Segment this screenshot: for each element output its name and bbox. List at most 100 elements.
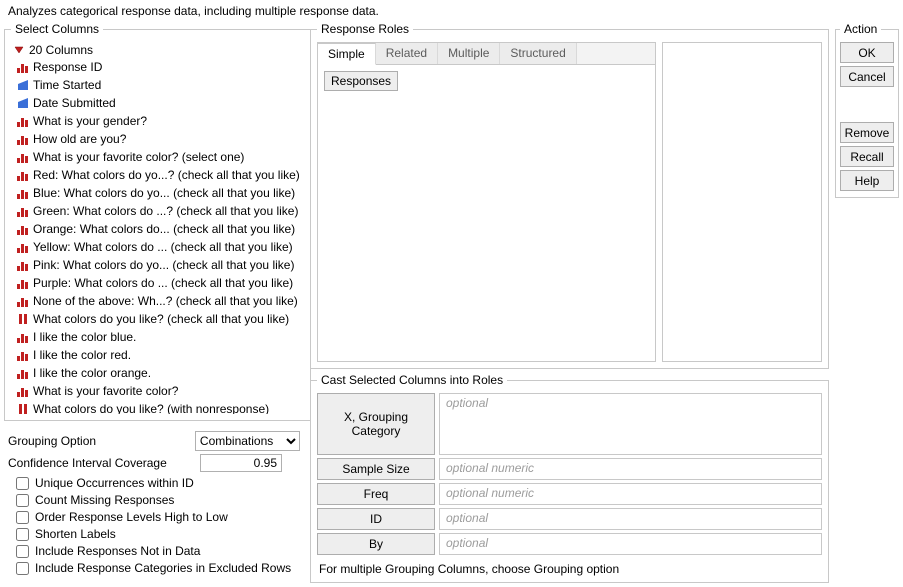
grouping-option-select[interactable]: Combinations <box>195 431 300 451</box>
response-roles-tabs-panel: SimpleRelatedMultipleStructured Response… <box>317 42 656 362</box>
option-checkbox-label: Count Missing Responses <box>35 492 174 509</box>
option-checkbox-row[interactable]: Order Response Levels High to Low <box>8 509 300 526</box>
option-checkbox[interactable] <box>16 528 29 541</box>
column-item[interactable]: Red: What colors do yo...? (check all th… <box>11 166 304 184</box>
option-checkbox[interactable] <box>16 494 29 507</box>
option-checkbox-row[interactable]: Include Responses Not in Data <box>8 543 300 560</box>
column-label: What is your favorite color? (select one… <box>33 149 244 165</box>
cast-drop-zone[interactable]: optional <box>439 393 822 455</box>
disclosure-icon[interactable] <box>13 44 25 56</box>
option-checkbox-label: Include Responses Not in Data <box>35 543 200 560</box>
remove-button[interactable]: Remove <box>840 122 894 143</box>
column-item[interactable]: None of the above: Wh...? (check all tha… <box>11 292 304 310</box>
tab-structured[interactable]: Structured <box>500 43 576 64</box>
column-item[interactable]: Time Started <box>11 76 304 94</box>
tab-related[interactable]: Related <box>376 43 438 64</box>
mresp-icon <box>17 403 29 414</box>
column-item[interactable]: Response ID <box>11 58 304 76</box>
nominal-icon <box>17 295 29 307</box>
column-item[interactable]: What colors do you like? (check all that… <box>11 310 304 328</box>
column-item[interactable]: How old are you? <box>11 130 304 148</box>
cast-roles-title: Cast Selected Columns into Roles <box>317 373 507 387</box>
nominal-icon <box>17 169 29 181</box>
column-item[interactable]: Date Submitted <box>11 94 304 112</box>
option-checkbox[interactable] <box>16 511 29 524</box>
description: Analyzes categorical response data, incl… <box>4 2 897 22</box>
grouping-panel: Grouping Option Combinations Confidence … <box>4 427 304 581</box>
column-label: Pink: What colors do yo... (check all th… <box>33 257 294 273</box>
column-item[interactable]: What is your favorite color? <box>11 382 304 400</box>
column-label: Yellow: What colors do ... (check all th… <box>33 239 293 255</box>
cast-roles-group: Cast Selected Columns into Roles X, Grou… <box>310 373 829 583</box>
nominal-icon <box>17 367 29 379</box>
column-label: Red: What colors do yo...? (check all th… <box>33 167 300 183</box>
grouping-option-label: Grouping Option <box>8 434 189 448</box>
column-item[interactable]: What is your favorite color? (select one… <box>11 148 304 166</box>
column-item[interactable]: What is your gender? <box>11 112 304 130</box>
recall-button[interactable]: Recall <box>840 146 894 167</box>
cast-footnote: For multiple Grouping Columns, choose Gr… <box>317 558 822 576</box>
option-checkbox-row[interactable]: Shorten Labels <box>8 526 300 543</box>
response-roles-group: Response Roles SimpleRelatedMultipleStru… <box>310 22 829 369</box>
column-item[interactable]: I like the color orange. <box>11 364 304 382</box>
option-checkbox[interactable] <box>16 477 29 490</box>
response-roles-title: Response Roles <box>317 22 413 36</box>
cast-drop-zone[interactable]: optional numeric <box>439 483 822 505</box>
cast-drop-zone[interactable]: optional <box>439 508 822 530</box>
nominal-icon <box>17 241 29 253</box>
column-item[interactable]: Blue: What colors do yo... (check all th… <box>11 184 304 202</box>
select-columns-group: Select Columns 20 Columns Response IDTim… <box>4 22 311 421</box>
column-item[interactable]: I like the color red. <box>11 346 304 364</box>
option-checkbox-label: Unique Occurrences within ID <box>35 475 194 492</box>
action-panel: Action OK Cancel Remove Recall Help <box>835 22 899 198</box>
columns-summary-row[interactable]: 20 Columns <box>11 42 304 58</box>
option-checkbox-row[interactable]: Include Response Categories in Excluded … <box>8 560 300 577</box>
nominal-icon <box>17 205 29 217</box>
responses-button[interactable]: Responses <box>324 71 398 91</box>
option-checkbox-row[interactable]: Unique Occurrences within ID <box>8 475 300 492</box>
cast-role-button[interactable]: By <box>317 533 435 555</box>
help-button[interactable]: Help <box>840 170 894 191</box>
cast-row: Byoptional <box>317 533 822 555</box>
nominal-icon <box>17 151 29 163</box>
option-checkbox-row[interactable]: Count Missing Responses <box>8 492 300 509</box>
column-item[interactable]: Pink: What colors do yo... (check all th… <box>11 256 304 274</box>
ok-button[interactable]: OK <box>840 42 894 63</box>
column-item[interactable]: Orange: What colors do... (check all tha… <box>11 220 304 238</box>
column-item[interactable]: What colors do you like? (with nonrespon… <box>11 400 304 414</box>
column-label: What is your gender? <box>33 113 147 129</box>
option-checkbox-label: Include Response Categories in Excluded … <box>35 560 291 577</box>
column-label: Green: What colors do ...? (check all th… <box>33 203 298 219</box>
column-label: How old are you? <box>33 131 126 147</box>
cast-row: Sample Sizeoptional numeric <box>317 458 822 480</box>
cast-role-button[interactable]: ID <box>317 508 435 530</box>
cast-drop-zone[interactable]: optional <box>439 533 822 555</box>
nominal-icon <box>17 349 29 361</box>
column-label: What colors do you like? (with nonrespon… <box>33 401 269 414</box>
continuous-icon <box>17 97 29 109</box>
response-drop-area[interactable] <box>662 42 822 362</box>
column-item[interactable]: I like the color blue. <box>11 328 304 346</box>
columns-list[interactable]: Response IDTime StartedDate SubmittedWha… <box>11 58 304 414</box>
column-label: I like the color blue. <box>33 329 136 345</box>
nominal-icon <box>17 385 29 397</box>
cast-role-button[interactable]: Sample Size <box>317 458 435 480</box>
column-item[interactable]: Yellow: What colors do ... (check all th… <box>11 238 304 256</box>
cast-drop-zone[interactable]: optional numeric <box>439 458 822 480</box>
cast-row: IDoptional <box>317 508 822 530</box>
cast-row: Freqoptional numeric <box>317 483 822 505</box>
nominal-icon <box>17 133 29 145</box>
ci-coverage-input[interactable] <box>200 454 282 472</box>
nominal-icon <box>17 259 29 271</box>
cast-role-button[interactable]: X, Grouping Category <box>317 393 435 455</box>
option-checkbox[interactable] <box>16 562 29 575</box>
columns-summary-text: 20 Columns <box>29 43 93 57</box>
cast-role-button[interactable]: Freq <box>317 483 435 505</box>
tab-simple[interactable]: Simple <box>318 43 376 65</box>
column-item[interactable]: Green: What colors do ...? (check all th… <box>11 202 304 220</box>
option-checkbox[interactable] <box>16 545 29 558</box>
cancel-button[interactable]: Cancel <box>840 66 894 87</box>
column-label: Orange: What colors do... (check all tha… <box>33 221 295 237</box>
tab-multiple[interactable]: Multiple <box>438 43 500 64</box>
column-item[interactable]: Purple: What colors do ... (check all th… <box>11 274 304 292</box>
